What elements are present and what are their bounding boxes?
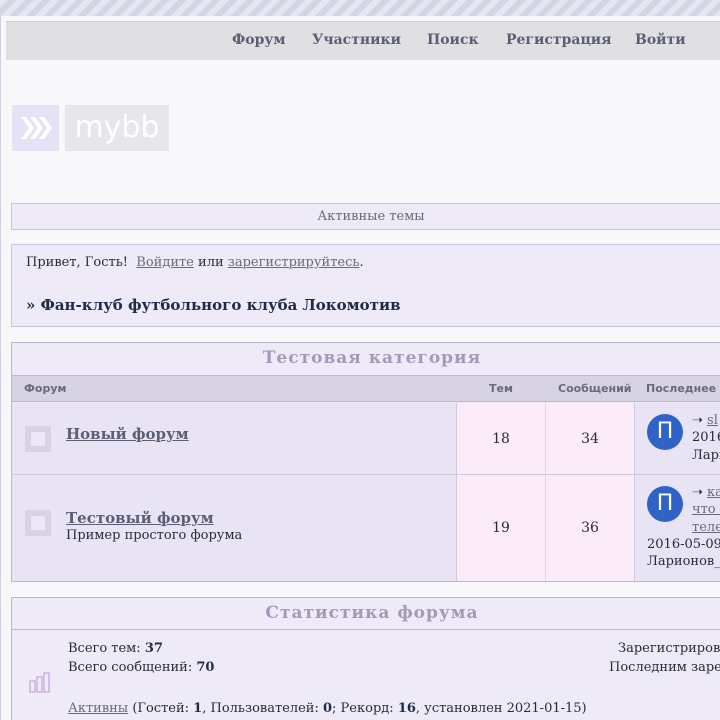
last-post-date: 2016-05-09 [647,537,720,552]
user-avatar[interactable]: П [647,414,683,450]
nav-forum[interactable]: Форум [232,32,286,48]
forum-topics-count: 19 [457,475,546,581]
forum-posts-count: 36 [546,475,635,581]
user-avatar[interactable]: П [647,486,683,522]
login-link[interactable]: Войдите [136,255,194,270]
nav-register[interactable]: Регистрация [506,32,612,48]
record-count: 16 [397,701,416,716]
last-topic-link[interactable]: sl [707,413,718,428]
forum-topics-count: 18 [457,403,546,474]
total-posts: Всего сообщений: 70 [68,660,214,675]
online-stats: Активны (Гостей: 1, Пользователей: 0; Ре… [68,701,587,716]
col-topics: Тем [489,382,513,395]
active-topics-link[interactable]: Активные темы [11,203,720,230]
forum-status-icon [25,426,51,452]
forum-stats-panel: Статистика форума Всего тем: 37 Всего со… [11,597,720,720]
stats-bars-icon [29,671,51,697]
col-last: Последнее с [646,382,720,395]
forum-posts-count: 34 [546,403,635,474]
category-panel: Тестовая категория Форум Тем Сообщений П… [11,342,720,582]
nav-members[interactable]: Участники [312,32,401,48]
forum-row: Тестовый форум Пример простого форума 19… [12,475,720,581]
guest-greeting: Привет, Гость! [26,255,129,270]
top-navbar: Форум Участники Поиск Регистрация Войти [6,21,720,60]
welcome-line: Привет, Гость! Войдите или зарегистрируй… [26,255,364,270]
last-post-date: 2016 [692,430,720,445]
forum-table-header: Форум Тем Сообщений Последнее с [12,375,720,402]
page: Форум Участники Поиск Регистрация Войти … [0,16,720,720]
col-posts: Сообщений [558,382,632,395]
registered-users: Зарегистриров [618,641,720,656]
logo-text: mybb [65,105,169,151]
category-title[interactable]: Тестовая категория [12,343,720,375]
forum-last-post: П ➝ sl 2016 Лари [635,403,720,474]
last-topic-link[interactable]: ка [707,485,720,500]
last-post-author[interactable]: Лари [692,448,720,463]
last-post-author[interactable]: Ларионов_ [647,554,720,569]
forum-status-icon [25,510,51,536]
total-topics: Всего тем: 37 [68,641,163,656]
total-topics-value: 37 [144,641,163,656]
users-count: 0 [323,701,333,716]
online-text: (Гостей: [132,701,190,716]
register-link[interactable]: зарегистрируйтесь [228,255,360,270]
online-text: , Пользователей: [202,701,319,716]
breadcrumb[interactable]: » Фан-клуб футбольного клуба Локомотив [26,296,401,314]
forum-link[interactable]: Новый форум [66,425,189,443]
total-topics-label: Всего тем: [68,641,141,656]
guests-count: 1 [193,701,203,716]
forum-description: Пример простого форума [66,528,243,543]
online-text: , установлен 2021-01-15) [415,701,587,716]
nav-search[interactable]: Поиск [427,32,479,48]
last-topic-link-cont[interactable]: теле [692,520,720,535]
period-text: . [359,255,364,270]
last-topic-link-cont[interactable]: что ( [692,502,720,517]
nav-login[interactable]: Войти [635,32,686,48]
total-posts-value: 70 [196,660,215,675]
stats-title: Статистика форума [12,598,720,630]
forum-row: Новый форум 18 34 П ➝ sl 2016 Лари [12,403,720,475]
forum-link[interactable]: Тестовый форум [66,509,214,527]
col-forum: Форум [24,382,67,395]
arrow-right-icon: ➝ [692,485,703,500]
online-link[interactable]: Активны [68,701,128,716]
online-text: ; Рекорд: [332,701,394,716]
forum-last-post: П ➝ ка что ( теле 2016-05-09 Ларионов_ [635,475,720,581]
last-registered: Последним заре [609,660,720,675]
or-text: или [198,255,224,270]
welcome-panel: Привет, Гость! Войдите или зарегистрируй… [11,244,720,327]
logo-chevrons-icon [12,105,59,151]
arrow-right-icon: ➝ [692,413,703,428]
total-posts-label: Всего сообщений: [68,660,193,675]
